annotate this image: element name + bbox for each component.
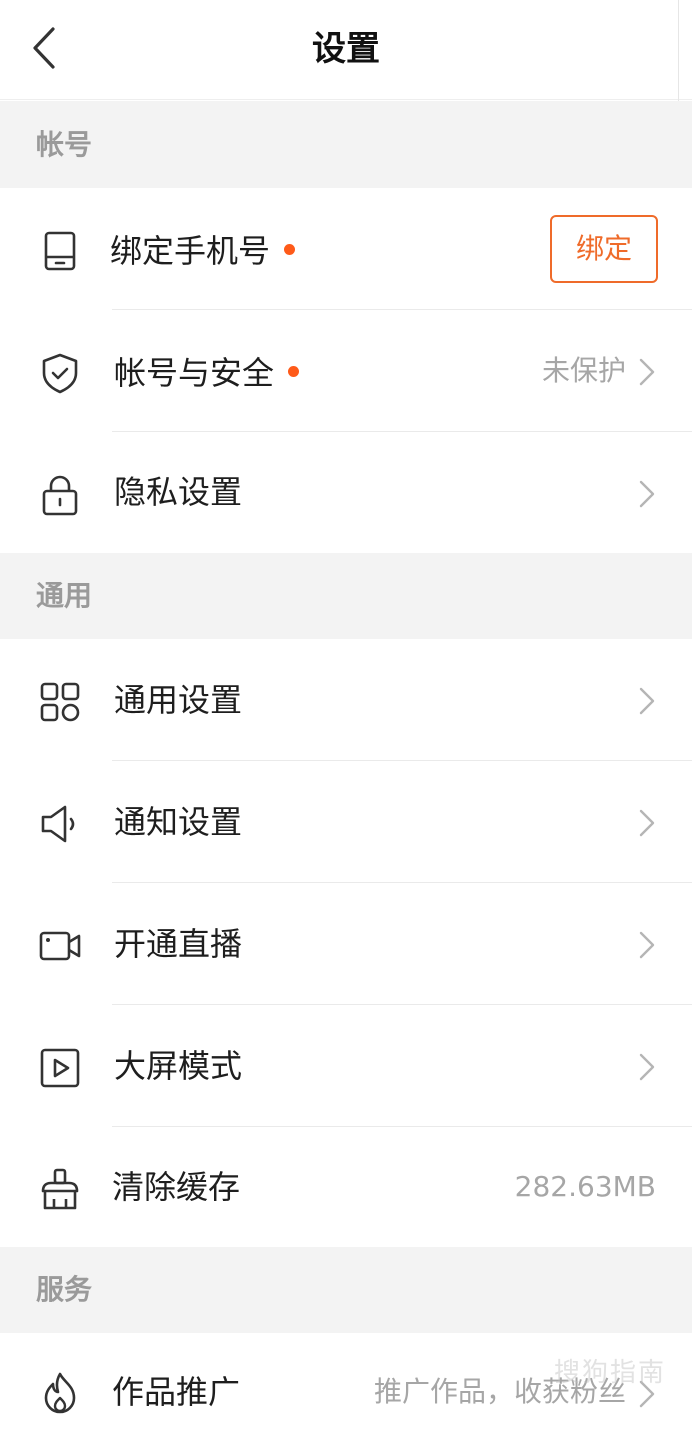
cache-size: 282.63MB: [514, 1170, 656, 1203]
row-label: 大屏模式: [114, 1047, 243, 1085]
live-stream-row[interactable]: 开通直播: [0, 883, 692, 1005]
notification-settings-row[interactable]: 通知设置: [0, 761, 692, 883]
flame-icon: [44, 1372, 76, 1414]
row-label: 隐私设置: [114, 473, 243, 511]
row-label: 帐号与安全: [114, 354, 275, 392]
shield-check-icon: [42, 353, 78, 394]
bind-phone-row[interactable]: 绑定手机号 绑定: [0, 188, 692, 310]
row-label-group: 帐号与安全: [114, 310, 300, 432]
chevron-right-icon: [639, 687, 655, 715]
row-label-group: 绑定手机号: [110, 188, 296, 310]
page-title: 设置: [312, 29, 380, 69]
section-title: 服务: [36, 1273, 93, 1306]
section-service: 服务: [0, 1247, 692, 1333]
brush-icon: [41, 1168, 79, 1210]
row-label: 开通直播: [114, 925, 243, 963]
general-settings-row[interactable]: 通用设置: [0, 639, 692, 761]
chevron-right-icon: [639, 809, 655, 837]
notification-dot: [288, 365, 300, 377]
settings-page: 设置 帐号 绑定手机号 绑定 帐号与安全 未保护 隐私设置 通用 通用设置 通知…: [0, 0, 692, 1439]
account-security-row[interactable]: 帐号与安全 未保护: [0, 310, 692, 432]
video-camera-icon: [39, 931, 81, 961]
chevron-right-icon: [639, 480, 655, 508]
section-title: 通用: [36, 579, 93, 612]
bind-button[interactable]: 绑定: [550, 215, 658, 283]
section-account: 帐号: [0, 101, 692, 188]
row-label: 作品推广: [112, 1373, 241, 1411]
section-title: 帐号: [36, 128, 93, 161]
chevron-right-icon: [639, 358, 655, 386]
row-label: 通知设置: [114, 803, 243, 841]
top-bar: 设置: [0, 0, 692, 100]
lock-icon: [42, 475, 78, 516]
protection-status: 未保护: [541, 354, 626, 387]
privacy-row[interactable]: 隐私设置: [0, 432, 692, 553]
phone-icon: [44, 231, 76, 271]
big-screen-row[interactable]: 大屏模式: [0, 1005, 692, 1127]
clear-cache-row[interactable]: 清除缓存 282.63MB: [0, 1127, 692, 1247]
section-general: 通用: [0, 553, 692, 639]
notification-dot: [284, 243, 296, 255]
chevron-right-icon: [639, 931, 655, 959]
watermark: 搜狗指南: [553, 1358, 666, 1388]
row-label: 通用设置: [114, 681, 243, 719]
row-label: 绑定手机号: [110, 232, 271, 270]
speaker-icon: [41, 805, 75, 843]
play-screen-icon: [40, 1048, 80, 1088]
grid-apps-icon: [40, 682, 80, 722]
row-label: 清除缓存: [112, 1168, 241, 1206]
chevron-right-icon: [639, 1053, 655, 1081]
